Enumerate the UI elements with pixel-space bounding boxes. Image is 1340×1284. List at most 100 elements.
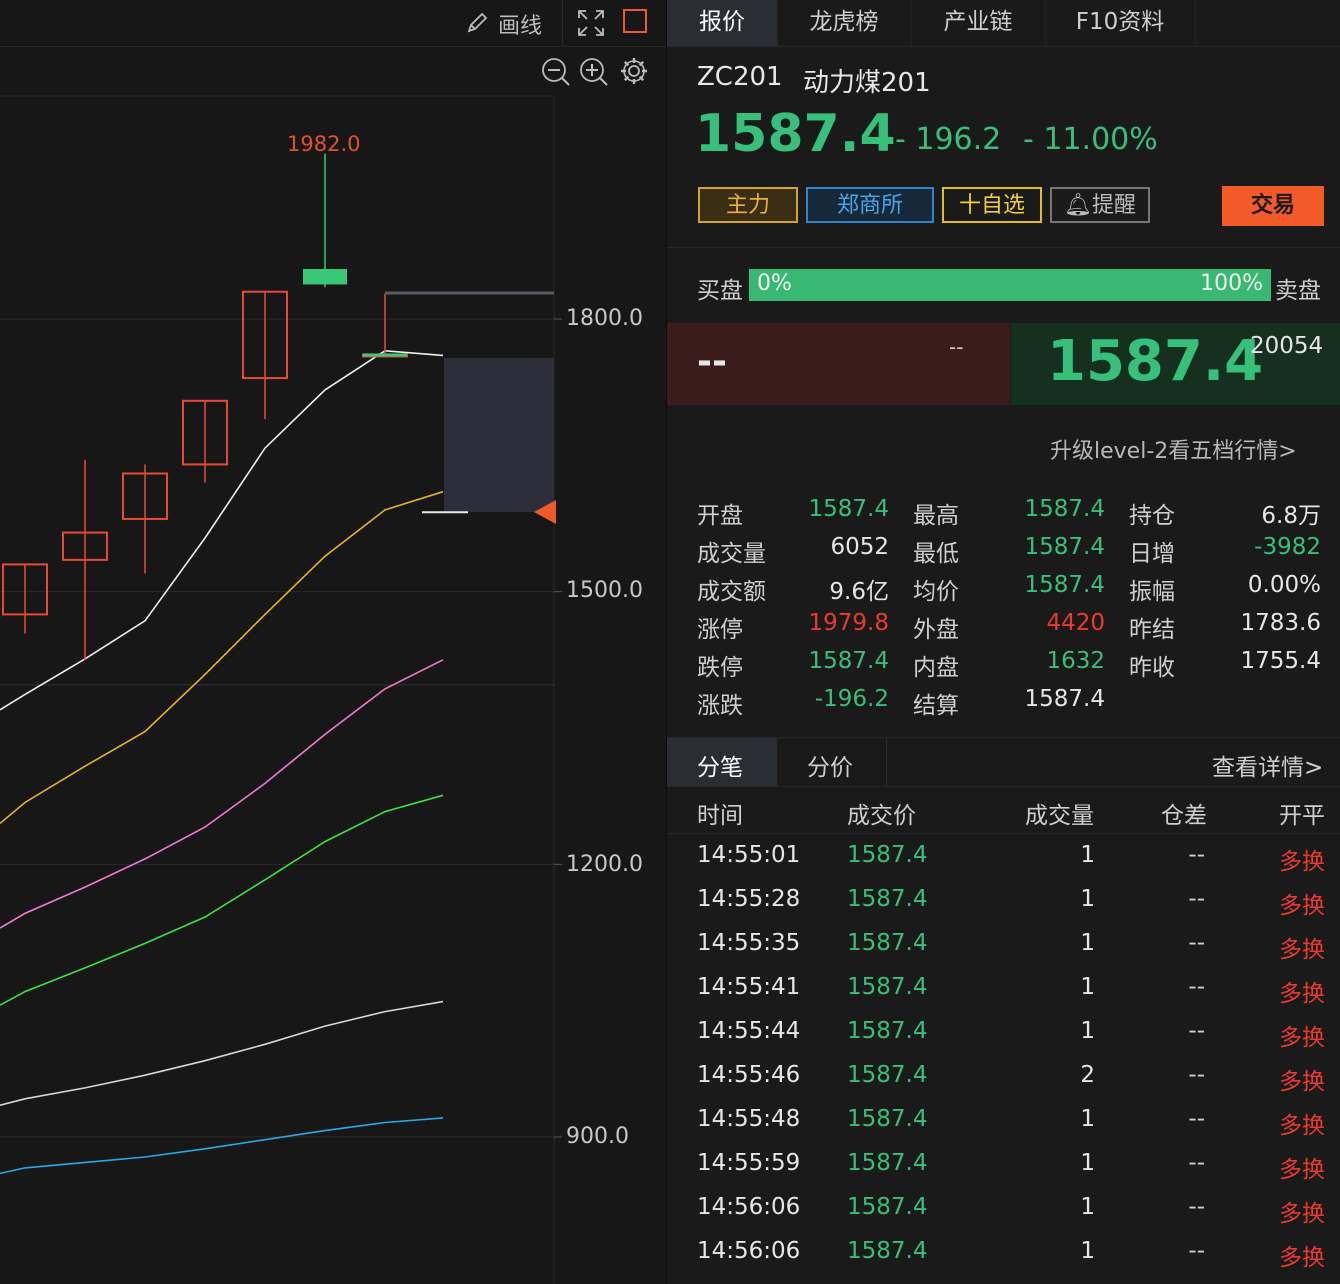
view-details-link[interactable]: 查看详情>: [1212, 748, 1323, 782]
col-header-oi-change: 仓差: [1161, 803, 1207, 829]
stat-label: 内盘: [913, 655, 959, 681]
stat-label: 涨跌: [697, 693, 743, 719]
buy-pct: 0%: [757, 271, 792, 296]
tick-oi-change: --: [1188, 1194, 1205, 1220]
tick-oi-change: --: [1188, 1018, 1205, 1044]
tick-oi-change: --: [1188, 1062, 1205, 1088]
stat-label: 振幅: [1129, 579, 1175, 605]
stat-label: 跌停: [697, 655, 743, 681]
tick-price: 1587.4: [847, 886, 928, 912]
sell-ratio-fill: [749, 269, 1271, 301]
tick-oi-change: --: [1188, 842, 1205, 868]
tab-dragon-tiger[interactable]: 龙虎榜: [777, 0, 912, 46]
stat-value: -3982: [1254, 534, 1321, 560]
stat-value: 1755.4: [1240, 648, 1321, 674]
tick-open-close: 多换: [1279, 1201, 1325, 1227]
tick-price: 1587.4: [847, 1238, 928, 1264]
tick-price: 1587.4: [847, 1018, 928, 1044]
upgrade-level2-link[interactable]: 升级level-2看五档行情>: [1050, 433, 1297, 465]
stat-label: 结算: [913, 693, 959, 719]
tick-volume: 2: [1080, 1062, 1095, 1088]
tick-row: 14:55:41 1587.4 1 -- 多换: [667, 974, 1340, 1008]
alert-label: 提醒: [1091, 193, 1136, 218]
tick-row: 14:55:01 1587.4 1 -- 多换: [667, 842, 1340, 876]
tick-table-body: 14:55:01 1587.4 1 -- 多换 14:55:28 1587.4 1 -- 多换 14…: [667, 834, 1340, 1284]
instrument-code: ZC201: [697, 62, 783, 92]
sell-pct: 100%: [1200, 271, 1263, 296]
col-header-open-close: 开平: [1279, 803, 1325, 829]
stat-value: 9.6亿: [829, 579, 889, 605]
tick-oi-change: --: [1188, 1150, 1205, 1176]
moving-average-line: [0, 794, 444, 1006]
last-price: 1587.4: [695, 104, 896, 164]
moving-average-line: [0, 659, 444, 929]
tab-price-volume[interactable]: 分价: [777, 738, 887, 786]
tick-price: 1587.4: [847, 1106, 928, 1132]
bid-price: --: [697, 341, 727, 382]
trade-button[interactable]: 交易: [1222, 186, 1324, 226]
tab-quote[interactable]: 报价: [667, 0, 778, 46]
kline-plot[interactable]: [0, 0, 666, 1284]
moving-average-line: [0, 1117, 444, 1175]
buy-sell-ratio-bar: 0% 100%: [749, 269, 1271, 301]
bid-volume: --: [949, 335, 964, 359]
stat-label: 成交额: [697, 579, 766, 605]
tick-volume: 1: [1080, 1194, 1095, 1220]
price-change-pct: - 11.00%: [1023, 122, 1158, 157]
tick-open-close: 多换: [1279, 981, 1325, 1007]
tick-time: 14:56:06: [697, 1238, 801, 1264]
tick-volume: 1: [1080, 1018, 1095, 1044]
price-change: - 196.2: [895, 122, 1002, 157]
ask-price: 1587.4: [1047, 329, 1264, 394]
stat-value: 0.00%: [1247, 572, 1321, 598]
price-alert-button[interactable]: 🔔︎提醒: [1050, 187, 1150, 223]
tick-price: 1587.4: [847, 930, 928, 956]
y-tick-label: 1800.0: [566, 306, 643, 331]
tick-row: 14:55:35 1587.4 1 -- 多换: [667, 930, 1340, 964]
moving-average-line: [0, 349, 444, 711]
tick-open-close: 多换: [1279, 937, 1325, 963]
tick-oi-change: --: [1188, 974, 1205, 1000]
tick-row: 14:55:59 1587.4 1 -- 多换: [667, 1150, 1340, 1184]
tick-open-close: 多换: [1279, 1069, 1325, 1095]
stat-value: 1587.4: [1024, 572, 1105, 598]
kline-chart-panel[interactable]: 画线 1800.0 1500.0 1200.0 900.0 1982.0: [0, 0, 666, 1284]
stat-label: 持仓: [1129, 503, 1175, 529]
stat-value: 1632: [1046, 648, 1105, 674]
stat-label: 开盘: [697, 503, 743, 529]
tab-ticks[interactable]: 分笔: [667, 738, 777, 786]
col-header-volume: 成交量: [1025, 803, 1094, 829]
sell-side-label: 卖盘: [1275, 278, 1321, 304]
stat-label: 昨结: [1129, 617, 1175, 643]
tick-time: 14:55:01: [697, 842, 801, 868]
candle-body: [303, 269, 347, 285]
stat-value: 1587.4: [1024, 534, 1105, 560]
tick-row: 14:55:46 1587.4 2 -- 多换: [667, 1062, 1340, 1096]
stat-value: 1587.4: [808, 496, 889, 522]
add-watchlist-button[interactable]: 十自选: [942, 187, 1042, 223]
stat-value: 6052: [830, 534, 889, 560]
tick-price: 1587.4: [847, 1194, 928, 1220]
ask-volume: 20054: [1250, 333, 1324, 359]
bid-block: -- --: [667, 323, 1010, 405]
high-price-label: 1982.0: [287, 132, 361, 156]
stat-value: 1979.8: [808, 610, 889, 636]
moving-average-line: [0, 1000, 444, 1106]
y-tick-label: 900.0: [566, 1124, 629, 1149]
tab-industry-chain[interactable]: 产业链: [911, 0, 1046, 46]
quote-panel: 报价 龙虎榜 产业链 F10资料 ZC201 动力煤201 1587.4 - 1…: [667, 0, 1340, 1284]
stat-value: -196.2: [814, 686, 889, 712]
tick-price: 1587.4: [847, 974, 928, 1000]
tab-f10[interactable]: F10资料: [1045, 0, 1196, 46]
moving-average-line: [0, 490, 444, 825]
tick-time: 14:55:28: [697, 886, 801, 912]
stat-label: 最低: [913, 541, 959, 567]
stat-value: 1587.4: [808, 648, 889, 674]
stat-value: 1587.4: [1024, 496, 1105, 522]
stat-label: 均价: [913, 579, 959, 605]
tick-open-close: 多换: [1279, 849, 1325, 875]
tick-open-close: 多换: [1279, 1245, 1325, 1271]
tick-price: 1587.4: [847, 1062, 928, 1088]
tick-price: 1587.4: [847, 842, 928, 868]
tick-time: 14:55:44: [697, 1018, 801, 1044]
